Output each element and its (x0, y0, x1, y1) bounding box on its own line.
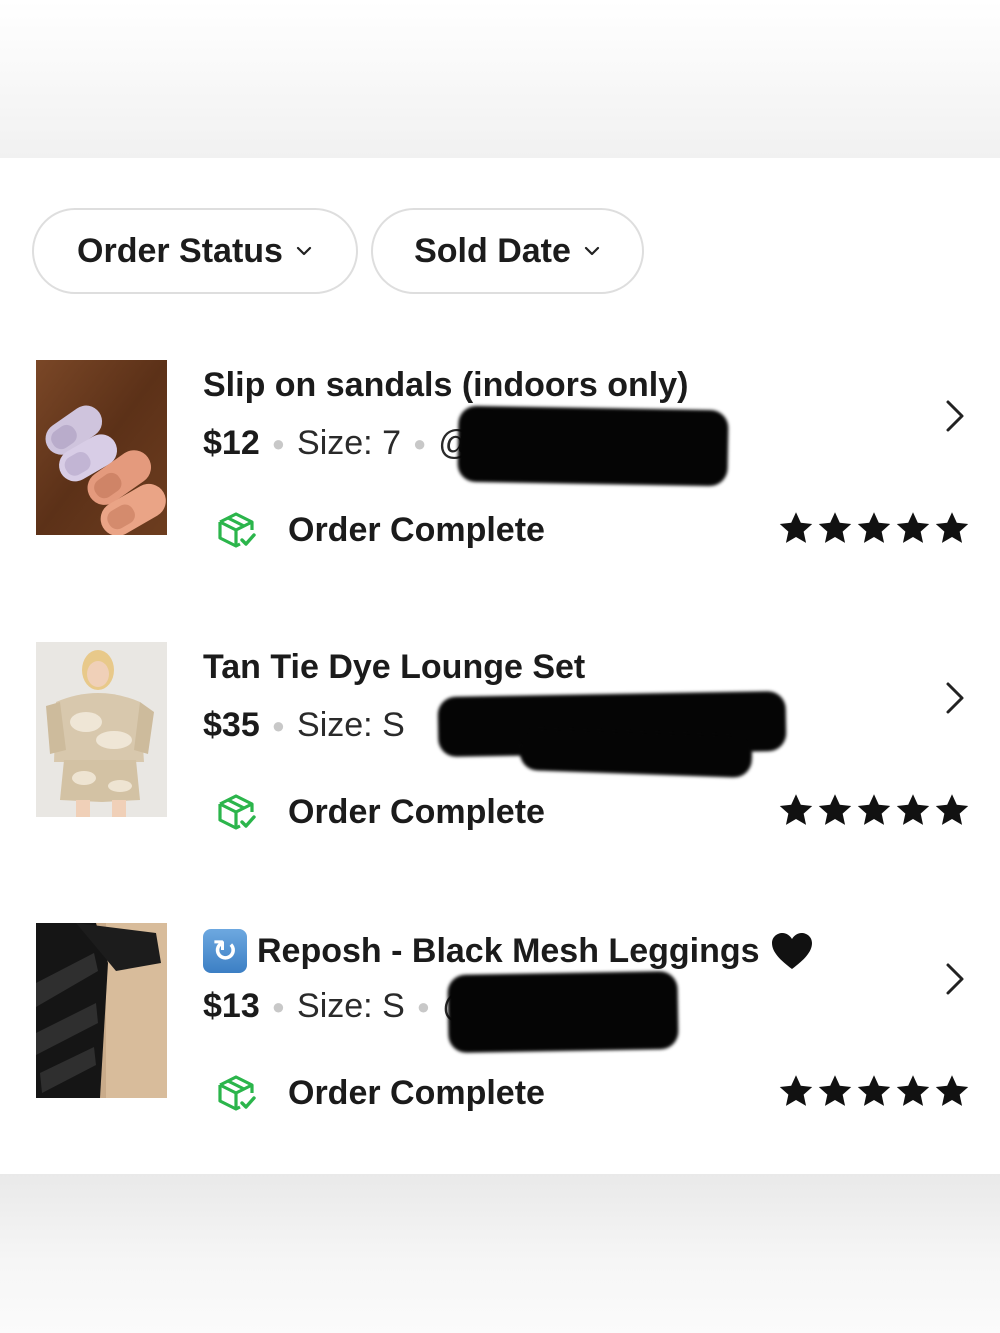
separator-dot: ● (416, 993, 431, 1019)
chevron-down-icon (584, 246, 600, 256)
separator-dot: ● (412, 430, 427, 456)
star-icon (857, 512, 891, 543)
sandals-product-image (36, 360, 167, 535)
order-size: Size: S (297, 987, 405, 1025)
star-icon (779, 794, 813, 825)
order-title: Tan Tie Dye Lounge Set (203, 648, 586, 686)
order-status: Order Complete (214, 508, 545, 552)
order-status: Order Complete (214, 1071, 545, 1115)
order-title-text: Reposh - Black Mesh Leggings (257, 931, 760, 970)
star-icon (935, 512, 969, 543)
bottom-background (0, 1174, 1000, 1333)
star-rating (778, 510, 970, 546)
order-status-filter-label: Order Status (77, 231, 283, 270)
order-price: $12 (203, 424, 260, 462)
star-icon (935, 1075, 969, 1106)
order-price: $13 (203, 987, 260, 1025)
star-icon (779, 1075, 813, 1106)
star-icon (896, 1075, 930, 1106)
package-check-icon (218, 1075, 256, 1111)
order-status: Order Complete (214, 790, 545, 834)
redaction-mark (447, 970, 679, 1054)
order-size: Size: 7 (297, 424, 401, 462)
star-icon (857, 1075, 891, 1106)
package-check-icon (218, 512, 256, 548)
chevron-right-icon[interactable] (942, 680, 968, 716)
star-icon (857, 794, 891, 825)
star-icon (896, 512, 930, 543)
orders-panel: Order Status Sold Date Slip on sandals (… (0, 158, 1000, 1174)
order-meta: $35 ● Size: S (203, 706, 405, 745)
order-price: $35 (203, 706, 260, 744)
star-icon (818, 1075, 852, 1106)
star-icon (896, 794, 930, 825)
star-icon (818, 794, 852, 825)
repost-icon: ↻ (203, 929, 247, 973)
order-size: Size: S (297, 706, 405, 744)
package-check-icon (218, 794, 256, 830)
star-rating (778, 792, 970, 828)
chevron-right-icon[interactable] (942, 961, 968, 997)
separator-dot: ● (271, 712, 286, 738)
sold-date-filter-button[interactable]: Sold Date (371, 208, 644, 294)
redaction-mark (519, 727, 753, 779)
lounge-set-product-image (36, 642, 167, 817)
order-title: Slip on sandals (indoors only) (203, 366, 689, 404)
order-row[interactable]: Slip on sandals (indoors only) $12 ● Siz… (0, 360, 1000, 549)
order-meta: $12 ● Size: 7 ● @ (203, 424, 473, 463)
order-status-label: Order Complete (288, 792, 545, 831)
chevron-down-icon (296, 246, 312, 256)
order-meta: $13 ● Size: S ● @ (203, 987, 477, 1026)
redaction-mark (457, 405, 729, 487)
order-status-label: Order Complete (288, 510, 545, 549)
leggings-product-image (36, 923, 167, 1098)
star-icon (779, 512, 813, 543)
black-heart-icon (771, 933, 812, 969)
order-row[interactable]: Tan Tie Dye Lounge Set $35 ● Size: S Ord… (0, 642, 1000, 831)
top-background (0, 0, 1000, 158)
star-rating (778, 1073, 970, 1109)
separator-dot: ● (271, 993, 286, 1019)
sold-date-filter-label: Sold Date (414, 231, 571, 270)
order-status-label: Order Complete (288, 1073, 545, 1112)
order-status-filter-button[interactable]: Order Status (32, 208, 358, 294)
chevron-right-icon[interactable] (942, 398, 968, 434)
separator-dot: ● (271, 430, 286, 456)
order-row[interactable]: ↻ Reposh - Black Mesh Leggings $13 ● Siz… (0, 923, 1000, 1112)
star-icon (818, 512, 852, 543)
order-title: ↻ Reposh - Black Mesh Leggings (203, 929, 814, 973)
star-icon (935, 794, 969, 825)
